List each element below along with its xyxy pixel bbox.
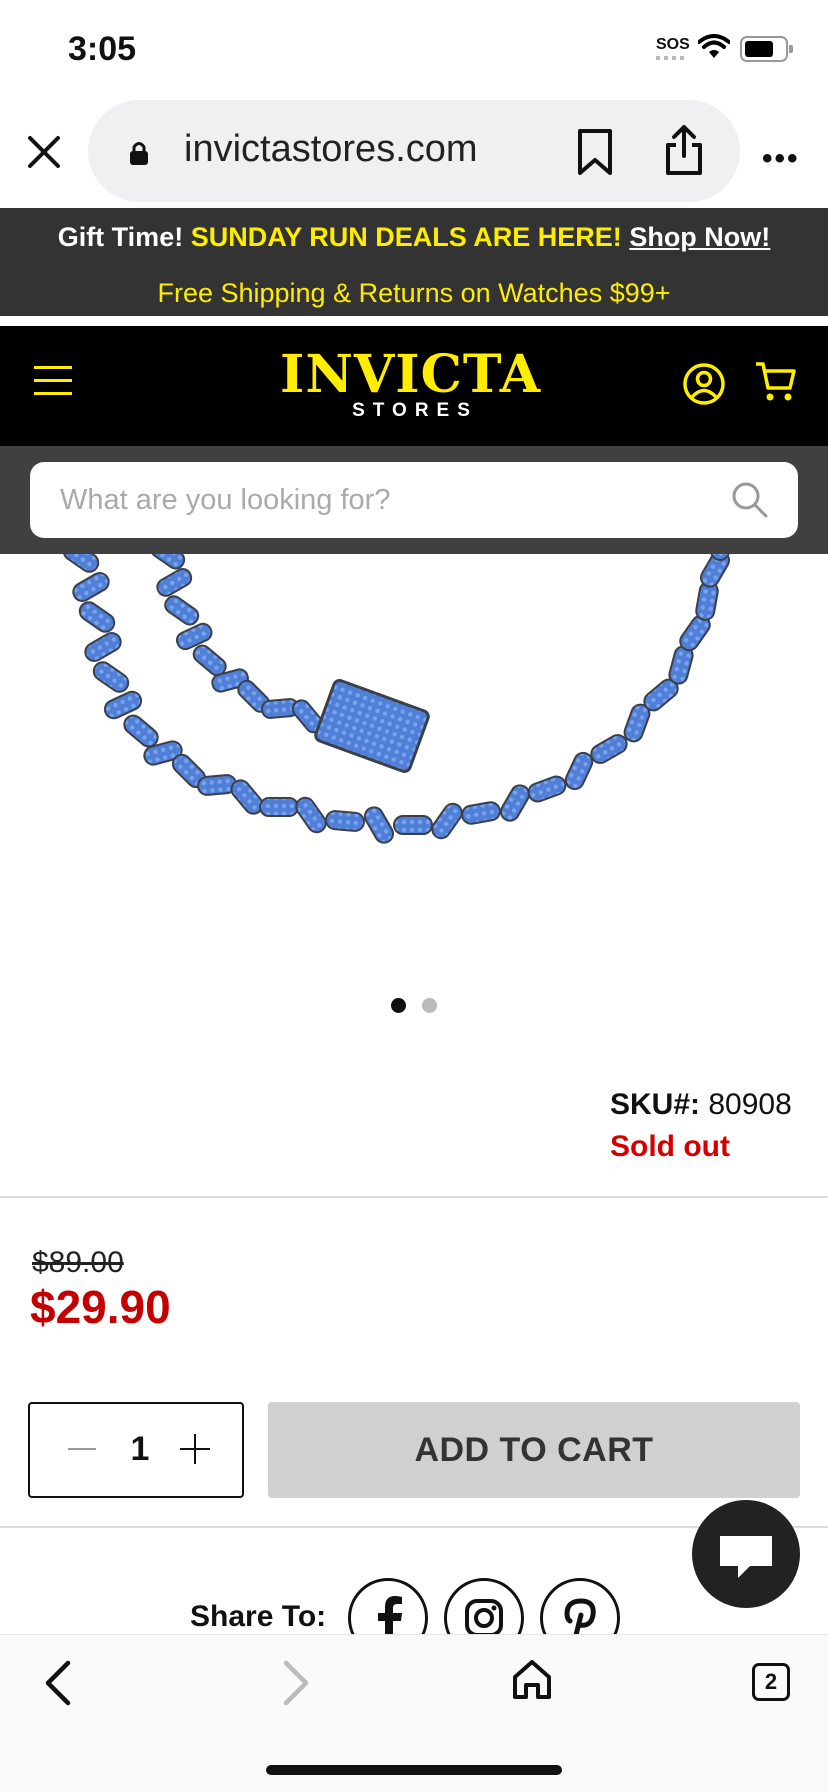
wifi-icon bbox=[698, 34, 730, 58]
sos-indicator: SOS bbox=[656, 36, 690, 53]
site-header: INVICTA STORES bbox=[0, 326, 828, 446]
menu-icon[interactable] bbox=[34, 366, 72, 398]
cart-icon[interactable] bbox=[754, 360, 798, 404]
lock-icon bbox=[130, 142, 148, 165]
url-text: invictastores.com bbox=[184, 128, 478, 170]
sku: SKU#: 80908 bbox=[610, 1088, 792, 1122]
browser-url-row: invictastores.com ••• bbox=[0, 100, 828, 208]
status-bar: 3:05 SOS bbox=[0, 0, 828, 100]
product-image[interactable] bbox=[0, 554, 828, 954]
promo-deals-text: SUNDAY RUN DEALS ARE HERE! bbox=[190, 222, 622, 252]
increase-quantity-button[interactable] bbox=[180, 1434, 210, 1464]
search-icon[interactable] bbox=[730, 480, 770, 520]
shop-now-link[interactable]: Shop Now! bbox=[629, 222, 770, 252]
tabs-icon[interactable]: 2 bbox=[752, 1663, 790, 1701]
decrease-quantity-button[interactable] bbox=[68, 1448, 96, 1450]
forward-icon[interactable] bbox=[278, 1659, 314, 1707]
signal-dots bbox=[656, 56, 688, 60]
image-carousel-dots bbox=[0, 998, 828, 1018]
promo-line-1: Gift Time! SUNDAY RUN DEALS ARE HERE! Sh… bbox=[0, 222, 828, 253]
home-indicator bbox=[266, 1765, 562, 1775]
sku-label: SKU#: bbox=[610, 1088, 701, 1121]
carousel-dot-2[interactable] bbox=[422, 998, 437, 1013]
quantity-stepper: 1 bbox=[28, 1402, 244, 1498]
close-icon[interactable] bbox=[24, 132, 64, 172]
status-time: 3:05 bbox=[68, 30, 137, 68]
sale-price: $29.90 bbox=[30, 1281, 171, 1333]
divider bbox=[0, 1196, 828, 1198]
home-icon[interactable] bbox=[510, 1657, 554, 1701]
browser-toolbar: 2 bbox=[0, 1634, 828, 1792]
search-bar bbox=[0, 446, 828, 554]
promo-shipping-text: Free Shipping & Returns on Watches $99+ bbox=[157, 278, 671, 308]
add-to-cart-button[interactable]: ADD TO CART bbox=[268, 1402, 800, 1498]
account-icon[interactable] bbox=[682, 362, 726, 406]
chat-button[interactable] bbox=[692, 1500, 800, 1608]
carousel-dot-1[interactable] bbox=[391, 998, 406, 1013]
promo-banner: Gift Time! SUNDAY RUN DEALS ARE HERE! Sh… bbox=[0, 208, 828, 320]
original-price: $89.00 bbox=[32, 1246, 124, 1279]
address-bar[interactable]: invictastores.com bbox=[88, 100, 740, 202]
availability-status: Sold out bbox=[610, 1130, 730, 1163]
search-box[interactable] bbox=[30, 462, 798, 538]
promo-gift-text: Gift Time! bbox=[57, 222, 184, 252]
back-icon[interactable] bbox=[40, 1659, 76, 1707]
logo-main: INVICTA bbox=[280, 344, 542, 405]
sku-value: 80908 bbox=[708, 1088, 792, 1121]
more-icon[interactable]: ••• bbox=[762, 142, 800, 176]
share-icon[interactable] bbox=[664, 124, 704, 176]
quantity-value[interactable]: 1 bbox=[120, 1430, 160, 1469]
invicta-logo[interactable]: INVICTA STORES bbox=[280, 344, 542, 421]
bookmark-icon[interactable] bbox=[576, 128, 614, 176]
search-input[interactable] bbox=[60, 480, 680, 520]
share-label: Share To: bbox=[190, 1600, 327, 1633]
battery-icon bbox=[740, 36, 793, 62]
chat-icon bbox=[720, 1536, 772, 1578]
